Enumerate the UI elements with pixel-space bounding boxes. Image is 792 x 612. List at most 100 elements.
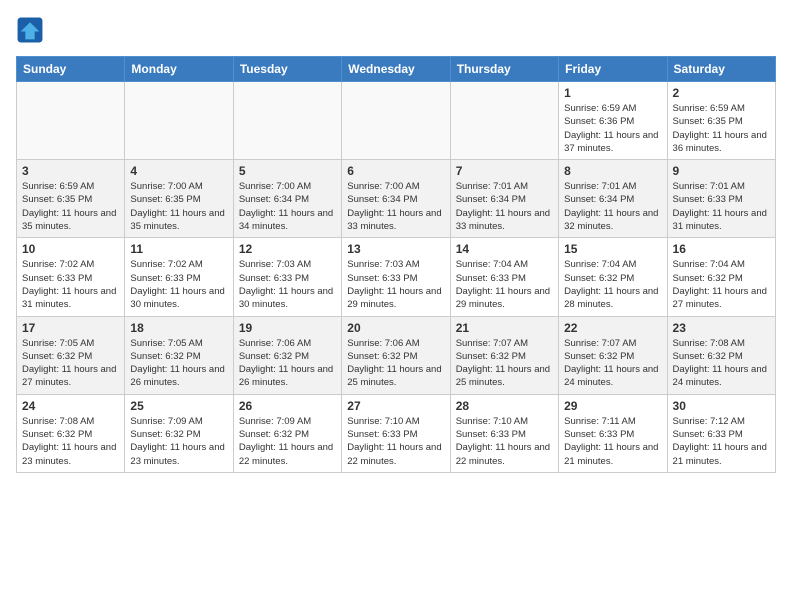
calendar-cell	[17, 82, 125, 160]
calendar-cell	[450, 82, 558, 160]
calendar-cell: 15 Sunrise: 7:04 AM Sunset: 6:32 PM Dayli…	[559, 238, 667, 316]
day-info: Sunrise: 7:03 AM Sunset: 6:33 PM Dayligh…	[239, 258, 336, 311]
day-number: 26	[239, 399, 336, 413]
day-number: 4	[130, 164, 227, 178]
day-number: 8	[564, 164, 661, 178]
day-number: 17	[22, 321, 119, 335]
calendar-cell: 23 Sunrise: 7:08 AM Sunset: 6:32 PM Dayli…	[667, 316, 775, 394]
calendar-week-row: 1 Sunrise: 6:59 AM Sunset: 6:36 PM Daylig…	[17, 82, 776, 160]
calendar-cell: 6 Sunrise: 7:00 AM Sunset: 6:34 PM Daylig…	[342, 160, 450, 238]
weekday-header: Sunday	[17, 57, 125, 82]
day-number: 24	[22, 399, 119, 413]
day-info: Sunrise: 7:05 AM Sunset: 6:32 PM Dayligh…	[130, 337, 227, 390]
calendar-header-row: SundayMondayTuesdayWednesdayThursdayFrid…	[17, 57, 776, 82]
calendar-cell: 20Sunrise: 7:06 AM Sunset: 6:32 PM Dayli…	[342, 316, 450, 394]
calendar-cell: 14 Sunrise: 7:04 AM Sunset: 6:33 PM Dayli…	[450, 238, 558, 316]
day-number: 27	[347, 399, 444, 413]
calendar-cell: 17 Sunrise: 7:05 AM Sunset: 6:32 PM Dayli…	[17, 316, 125, 394]
day-info: Sunrise: 6:59 AM Sunset: 6:35 PM Dayligh…	[673, 102, 770, 155]
day-number: 30	[673, 399, 770, 413]
day-info: Sunrise: 7:12 AM Sunset: 6:33 PM Dayligh…	[673, 415, 770, 468]
day-info: Sunrise: 7:04 AM Sunset: 6:32 PM Dayligh…	[564, 258, 661, 311]
day-number: 29	[564, 399, 661, 413]
calendar-cell: 5 Sunrise: 7:00 AM Sunset: 6:34 PM Daylig…	[233, 160, 341, 238]
day-info: Sunrise: 7:03 AM Sunset: 6:33 PM Dayligh…	[347, 258, 444, 311]
day-info: Sunrise: 7:10 AM Sunset: 6:33 PM Dayligh…	[347, 415, 444, 468]
day-info: Sunrise: 7:08 AM Sunset: 6:32 PM Dayligh…	[22, 415, 119, 468]
calendar-cell: 18 Sunrise: 7:05 AM Sunset: 6:32 PM Dayli…	[125, 316, 233, 394]
day-number: 20	[347, 321, 444, 335]
day-number: 6	[347, 164, 444, 178]
day-number: 22	[564, 321, 661, 335]
day-info: Sunrise: 7:06 AM Sunset: 6:32 PM Dayligh…	[239, 337, 336, 390]
day-info: Sunrise: 7:10 AM Sunset: 6:33 PM Dayligh…	[456, 415, 553, 468]
weekday-header: Friday	[559, 57, 667, 82]
calendar-cell: 12 Sunrise: 7:03 AM Sunset: 6:33 PM Dayli…	[233, 238, 341, 316]
calendar-cell: 4 Sunrise: 7:00 AM Sunset: 6:35 PM Daylig…	[125, 160, 233, 238]
calendar-cell: 25 Sunrise: 7:09 AM Sunset: 6:32 PM Dayli…	[125, 394, 233, 472]
calendar-cell: 28Sunrise: 7:10 AM Sunset: 6:33 PM Dayli…	[450, 394, 558, 472]
calendar-cell: 16Sunrise: 7:04 AM Sunset: 6:32 PM Dayli…	[667, 238, 775, 316]
calendar-cell: 2Sunrise: 6:59 AM Sunset: 6:35 PM Daylig…	[667, 82, 775, 160]
day-number: 10	[22, 242, 119, 256]
day-info: Sunrise: 7:11 AM Sunset: 6:33 PM Dayligh…	[564, 415, 661, 468]
calendar-week-row: 10 Sunrise: 7:02 AM Sunset: 6:33 PM Dayli…	[17, 238, 776, 316]
weekday-header: Thursday	[450, 57, 558, 82]
day-number: 18	[130, 321, 227, 335]
calendar-cell: 13 Sunrise: 7:03 AM Sunset: 6:33 PM Dayli…	[342, 238, 450, 316]
day-info: Sunrise: 7:00 AM Sunset: 6:34 PM Dayligh…	[239, 180, 336, 233]
day-info: Sunrise: 7:02 AM Sunset: 6:33 PM Dayligh…	[130, 258, 227, 311]
day-info: Sunrise: 7:07 AM Sunset: 6:32 PM Dayligh…	[564, 337, 661, 390]
calendar-cell: 3 Sunrise: 6:59 AM Sunset: 6:35 PM Daylig…	[17, 160, 125, 238]
weekday-header: Monday	[125, 57, 233, 82]
day-number: 23	[673, 321, 770, 335]
day-info: Sunrise: 7:05 AM Sunset: 6:32 PM Dayligh…	[22, 337, 119, 390]
day-number: 25	[130, 399, 227, 413]
day-info: Sunrise: 7:08 AM Sunset: 6:32 PM Dayligh…	[673, 337, 770, 390]
day-number: 5	[239, 164, 336, 178]
day-info: Sunrise: 6:59 AM Sunset: 6:36 PM Dayligh…	[564, 102, 661, 155]
day-info: Sunrise: 7:04 AM Sunset: 6:33 PM Dayligh…	[456, 258, 553, 311]
day-number: 7	[456, 164, 553, 178]
day-info: Sunrise: 7:09 AM Sunset: 6:32 PM Dayligh…	[239, 415, 336, 468]
calendar-cell: 24 Sunrise: 7:08 AM Sunset: 6:32 PM Dayli…	[17, 394, 125, 472]
day-info: Sunrise: 7:02 AM Sunset: 6:33 PM Dayligh…	[22, 258, 119, 311]
calendar-cell: 9Sunrise: 7:01 AM Sunset: 6:33 PM Daylig…	[667, 160, 775, 238]
calendar-cell: 22 Sunrise: 7:07 AM Sunset: 6:32 PM Dayli…	[559, 316, 667, 394]
calendar-week-row: 17 Sunrise: 7:05 AM Sunset: 6:32 PM Dayli…	[17, 316, 776, 394]
calendar-cell: 1 Sunrise: 6:59 AM Sunset: 6:36 PM Daylig…	[559, 82, 667, 160]
day-info: Sunrise: 7:01 AM Sunset: 6:33 PM Dayligh…	[673, 180, 770, 233]
day-number: 1	[564, 86, 661, 100]
day-number: 16	[673, 242, 770, 256]
day-number: 21	[456, 321, 553, 335]
calendar-cell: 26 Sunrise: 7:09 AM Sunset: 6:32 PM Dayli…	[233, 394, 341, 472]
calendar-week-row: 24 Sunrise: 7:08 AM Sunset: 6:32 PM Dayli…	[17, 394, 776, 472]
day-info: Sunrise: 7:01 AM Sunset: 6:34 PM Dayligh…	[456, 180, 553, 233]
calendar-cell	[125, 82, 233, 160]
day-number: 15	[564, 242, 661, 256]
calendar-cell: 7 Sunrise: 7:01 AM Sunset: 6:34 PM Daylig…	[450, 160, 558, 238]
calendar-cell: 21Sunrise: 7:07 AM Sunset: 6:32 PM Dayli…	[450, 316, 558, 394]
page-header	[16, 16, 776, 44]
day-info: Sunrise: 7:00 AM Sunset: 6:35 PM Dayligh…	[130, 180, 227, 233]
day-number: 3	[22, 164, 119, 178]
calendar-cell: 11 Sunrise: 7:02 AM Sunset: 6:33 PM Dayli…	[125, 238, 233, 316]
day-info: Sunrise: 7:00 AM Sunset: 6:34 PM Dayligh…	[347, 180, 444, 233]
calendar-cell: 10 Sunrise: 7:02 AM Sunset: 6:33 PM Dayli…	[17, 238, 125, 316]
calendar-table: SundayMondayTuesdayWednesdayThursdayFrid…	[16, 56, 776, 473]
day-info: Sunrise: 7:09 AM Sunset: 6:32 PM Dayligh…	[130, 415, 227, 468]
calendar-cell	[342, 82, 450, 160]
day-number: 13	[347, 242, 444, 256]
weekday-header: Tuesday	[233, 57, 341, 82]
day-info: Sunrise: 6:59 AM Sunset: 6:35 PM Dayligh…	[22, 180, 119, 233]
calendar-cell: 19Sunrise: 7:06 AM Sunset: 6:32 PM Dayli…	[233, 316, 341, 394]
day-number: 11	[130, 242, 227, 256]
logo	[16, 16, 48, 44]
calendar-cell: 30 Sunrise: 7:12 AM Sunset: 6:33 PM Dayli…	[667, 394, 775, 472]
calendar-cell	[233, 82, 341, 160]
day-number: 14	[456, 242, 553, 256]
logo-icon	[16, 16, 44, 44]
calendar-cell: 29 Sunrise: 7:11 AM Sunset: 6:33 PM Dayli…	[559, 394, 667, 472]
day-number: 12	[239, 242, 336, 256]
calendar-week-row: 3 Sunrise: 6:59 AM Sunset: 6:35 PM Daylig…	[17, 160, 776, 238]
